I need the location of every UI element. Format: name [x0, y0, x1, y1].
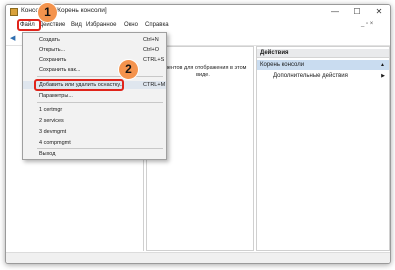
submenu-arrow-icon: ▶ — [381, 73, 385, 79]
mmc-app-icon — [10, 8, 18, 16]
step-2-badge: 2 — [119, 60, 138, 79]
horizontal-scrollbar[interactable] — [6, 252, 390, 263]
file-dropdown-menu: Создать Ctrl+N Открыть... Ctrl+O Сохрани… — [22, 32, 167, 160]
menu-item-exit[interactable]: Выход — [23, 150, 166, 158]
mmc-window: Консоль1 - [Корень консоли] — ☐ ✕ Файл Д… — [5, 4, 391, 264]
step-1-badge: 1 — [38, 3, 57, 22]
menu-item-new-shortcut: Ctrl+N — [143, 37, 159, 43]
menu-item-new-label: Создать — [39, 37, 60, 43]
empty-view-message: ...ментов для отображения в этом виде. — [159, 65, 247, 78]
menu-item-recent-3[interactable]: 3 devmgmt — [23, 128, 166, 136]
menu-item-open[interactable]: Открыть... Ctrl+O — [23, 46, 166, 54]
menu-item-save-as[interactable]: Сохранить как... — [23, 66, 166, 74]
close-button[interactable]: ✕ — [368, 5, 390, 19]
menu-item-options-label: Параметры... — [39, 93, 73, 99]
actions-section-console-root[interactable]: Корень консоли ▲ — [257, 60, 389, 70]
menu-item-recent-2[interactable]: 2 services — [23, 117, 166, 125]
menu-item-recent-3-label: 3 devmgmt — [39, 129, 67, 135]
mdi-window-controls[interactable]: _ ▫ × — [361, 21, 373, 27]
menu-item-add-remove-snapin-shortcut: CTRL+M — [143, 82, 166, 88]
highlight-add-remove-snapin — [34, 79, 124, 91]
action-more-actions[interactable]: Дополнительные действия ▶ — [257, 71, 389, 81]
menu-bar: Файл Действие Вид Избранное Окно Справка… — [6, 20, 390, 31]
actions-section-label: Корень консоли — [260, 62, 305, 68]
title-bar: Консоль1 - [Корень консоли] — ☐ ✕ — [6, 5, 390, 19]
menu-item-save-shortcut: CTRL+S — [143, 57, 165, 63]
menu-item-recent-4-label: 4 compmgmt — [39, 140, 71, 146]
menu-item-exit-label: Выход — [39, 151, 56, 157]
menu-item-recent-1[interactable]: 1 certmgr — [23, 106, 166, 114]
menu-window[interactable]: Окно — [124, 21, 138, 30]
menu-favorites[interactable]: Избранное — [86, 21, 116, 30]
menu-item-recent-4[interactable]: 4 compmgmt — [23, 139, 166, 147]
minimize-button[interactable]: — — [324, 5, 346, 19]
menu-separator — [37, 102, 163, 103]
menu-item-save-label: Сохранить — [39, 57, 67, 63]
maximize-button[interactable]: ☐ — [346, 5, 368, 19]
actions-header: Действия — [257, 49, 389, 58]
menu-action[interactable]: Действие — [39, 21, 65, 30]
menu-view[interactable]: Вид — [71, 21, 82, 30]
action-more-actions-label: Дополнительные действия — [273, 73, 348, 79]
collapse-up-icon[interactable]: ▲ — [380, 60, 385, 70]
menu-item-options[interactable]: Параметры... — [23, 92, 166, 100]
actions-pane: Действия Корень консоли ▲ Дополнительные… — [256, 46, 390, 251]
window-title: Консоль1 - [Корень консоли] — [21, 7, 107, 14]
menu-item-recent-1-label: 1 certmgr — [39, 107, 63, 113]
menu-item-new[interactable]: Создать Ctrl+N — [23, 36, 166, 44]
menu-separator — [37, 76, 163, 77]
menu-item-open-label: Открыть... — [39, 47, 66, 53]
menu-item-save[interactable]: Сохранить CTRL+S — [23, 56, 166, 64]
menu-separator — [37, 148, 163, 149]
back-arrow-icon[interactable]: ◀ — [10, 34, 15, 42]
menu-item-save-as-label: Сохранить как... — [39, 67, 81, 73]
menu-help[interactable]: Справка — [145, 21, 169, 30]
menu-item-recent-2-label: 2 services — [39, 118, 64, 124]
menu-item-open-shortcut: Ctrl+O — [143, 47, 160, 53]
highlight-file-menu — [17, 19, 41, 31]
